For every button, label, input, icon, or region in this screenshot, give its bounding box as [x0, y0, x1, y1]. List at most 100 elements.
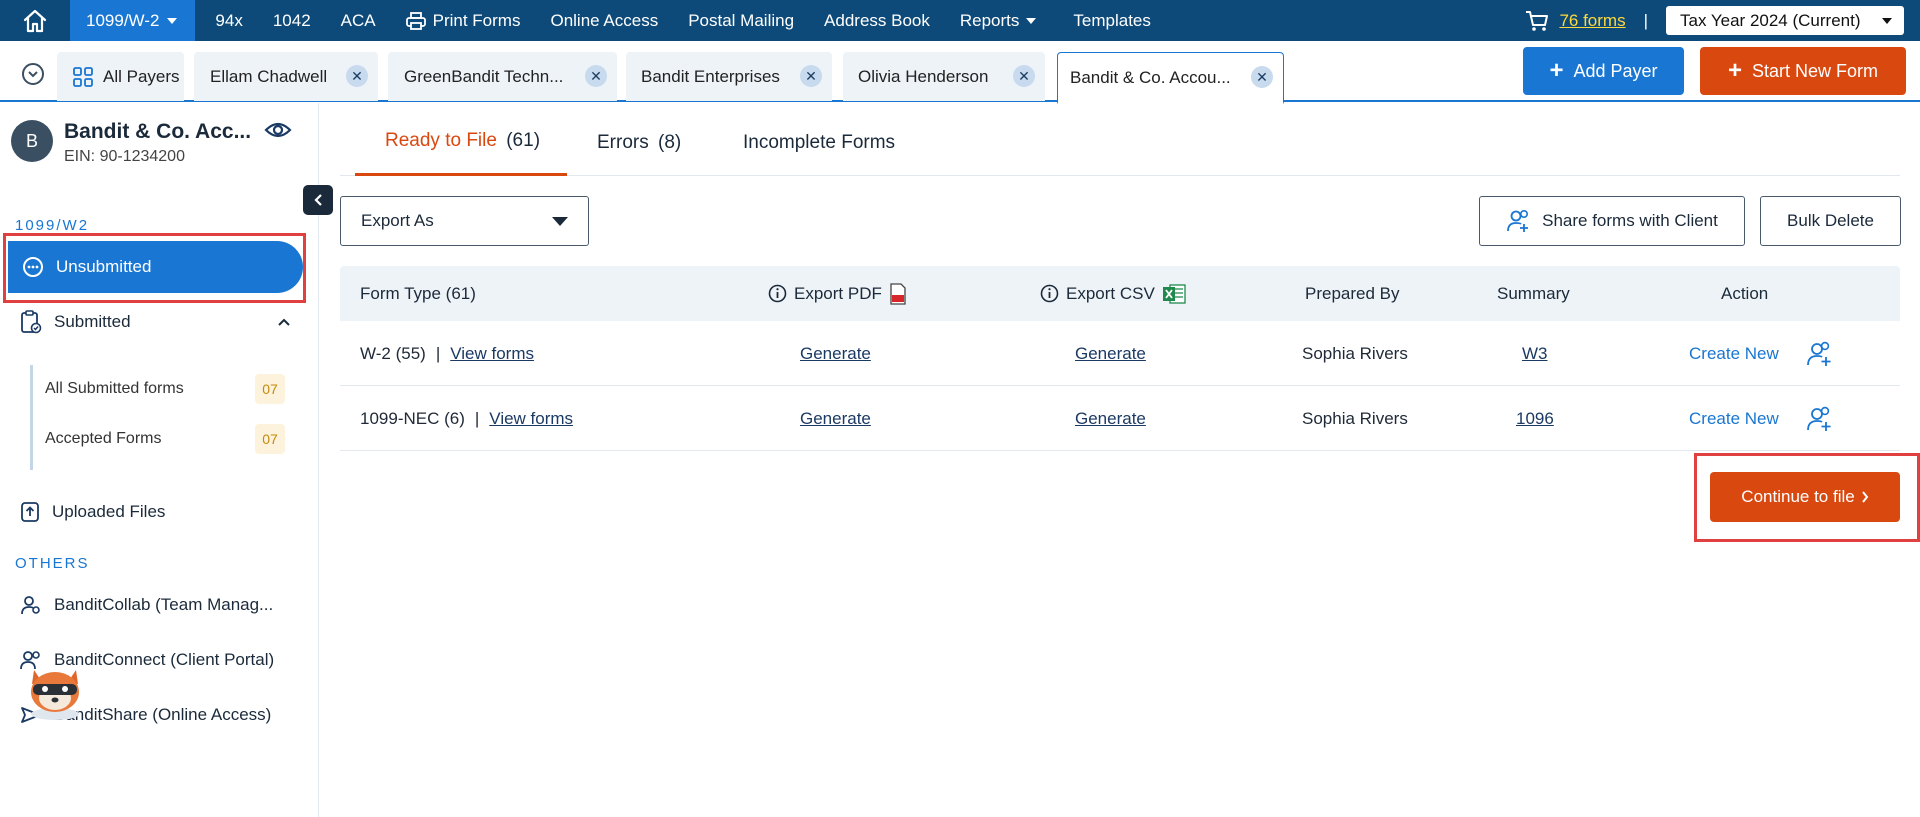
tab-olivia-henderson[interactable]: Olivia Henderson ✕ — [843, 52, 1045, 101]
generate-csv-link[interactable]: Generate — [1075, 386, 1146, 451]
tax-year-select[interactable]: Tax Year 2024 (Current) — [1666, 6, 1904, 35]
header-export-pdf: Export PDF — [768, 266, 907, 321]
tab-ready-label: Ready to File — [385, 130, 497, 151]
tab-greenbandit[interactable]: GreenBandit Techn... ✕ — [388, 52, 617, 101]
table-row: 1099-NEC (6) | View forms Generate Gener… — [340, 386, 1900, 451]
eye-icon[interactable] — [264, 120, 292, 140]
menu-94x[interactable]: 94x — [195, 11, 257, 31]
chevron-down-icon — [552, 216, 568, 226]
summary-link[interactable]: 1096 — [1516, 386, 1554, 451]
sidebar-item-submitted[interactable]: Submitted — [20, 310, 290, 334]
plus-icon: + — [1727, 57, 1742, 84]
close-icon[interactable]: ✕ — [1251, 66, 1273, 88]
tab-label: Olivia Henderson — [858, 66, 989, 86]
info-icon[interactable] — [768, 284, 787, 303]
table-row: W-2 (55) | View forms Generate Generate … — [340, 321, 1900, 386]
chevron-down-icon — [1882, 17, 1892, 24]
menu-online-access[interactable]: Online Access — [535, 11, 673, 31]
tab-errors-label: Errors — [597, 132, 649, 153]
cart-forms-link[interactable]: 76 forms — [1559, 11, 1625, 31]
cell-separator: | — [474, 408, 480, 428]
tab-errors-count: (8) — [658, 132, 682, 153]
sidebar-item-uploaded-files[interactable]: Uploaded Files — [20, 501, 165, 523]
upload-file-icon — [21, 502, 39, 522]
menu-1042[interactable]: 1042 — [258, 11, 326, 31]
menu-1099-w2[interactable]: 1099/W-2 — [70, 0, 196, 41]
tab-ellam-chadwell[interactable]: Ellam Chadwell ✕ — [194, 52, 378, 101]
close-icon[interactable]: ✕ — [346, 65, 368, 87]
tab-all-payers[interactable]: All Payers — [57, 52, 184, 101]
form-type-cell: W-2 (55) | View forms — [360, 321, 534, 386]
home-button[interactable] — [0, 0, 70, 41]
tab-errors[interactable]: Errors (8) — [597, 132, 681, 154]
team-icon — [21, 596, 40, 615]
menu-address-book[interactable]: Address Book — [809, 11, 945, 31]
menu-print-forms[interactable]: Print Forms — [391, 11, 536, 31]
top-navigation: 1099/W-2 94x 1042 ACA Print Forms Online… — [0, 0, 1920, 41]
chevron-down-icon — [167, 17, 178, 24]
generate-pdf-link[interactable]: Generate — [800, 386, 871, 451]
mascot-assistant-icon[interactable] — [22, 656, 88, 722]
sidebar-item-label: Unsubmitted — [56, 257, 152, 276]
active-tab-indicator — [355, 173, 567, 176]
form-type-cell: 1099-NEC (6) | View forms — [360, 386, 573, 451]
chevron-right-icon — [1861, 491, 1868, 503]
sidebar-item-all-submitted[interactable]: All Submitted forms 07 — [45, 374, 285, 404]
menu-aca[interactable]: ACA — [326, 11, 391, 31]
header-summary: Summary — [1497, 283, 1570, 303]
pdf-file-icon — [890, 282, 906, 305]
continue-label: Continue to file — [1741, 487, 1855, 506]
menu-print-forms-label: Print Forms — [432, 10, 521, 30]
continue-to-file-button[interactable]: Continue to file — [1710, 472, 1900, 522]
sidebar-item-accepted[interactable]: Accepted Forms 07 — [45, 424, 285, 454]
create-new-link[interactable]: Create New — [1689, 321, 1779, 386]
header-export-pdf-label: Export PDF — [794, 283, 882, 303]
share-user-icon — [1507, 209, 1529, 232]
sidebar-item-label: Accepted Forms — [45, 430, 162, 447]
form-type: 1099-NEC (6) — [360, 408, 465, 428]
form-type: W-2 (55) — [360, 343, 426, 363]
close-icon[interactable]: ✕ — [800, 65, 822, 87]
generate-pdf-link[interactable]: Generate — [800, 321, 871, 386]
collapse-sidebar-button[interactable] — [303, 185, 333, 215]
summary-link[interactable]: W3 — [1522, 321, 1548, 386]
tab-label: GreenBandit Techn... — [404, 66, 564, 86]
sidebar-item-unsubmitted[interactable]: Unsubmitted — [8, 241, 303, 293]
add-payer-button[interactable]: + Add Payer — [1523, 47, 1684, 95]
share-forms-button[interactable]: Share forms with Client — [1479, 196, 1745, 246]
pending-icon — [23, 257, 43, 277]
menu-templates[interactable]: Templates — [1051, 11, 1165, 31]
avatar: B — [11, 120, 53, 162]
expand-tabs-button[interactable] — [22, 63, 44, 85]
create-new-link[interactable]: Create New — [1689, 386, 1779, 451]
close-icon[interactable]: ✕ — [1013, 65, 1035, 87]
start-new-form-button[interactable]: + Start New Form — [1700, 47, 1906, 95]
bulk-delete-button[interactable]: Bulk Delete — [1760, 196, 1901, 246]
add-user-button[interactable] — [1806, 321, 1834, 386]
share-forms-label: Share forms with Client — [1542, 211, 1718, 230]
export-as-dropdown[interactable]: Export As — [340, 196, 589, 246]
cart-icon[interactable] — [1525, 10, 1549, 32]
tab-incomplete-forms[interactable]: Incomplete Forms — [743, 132, 895, 154]
tab-ready-to-file[interactable]: Ready to File (61) — [385, 130, 540, 152]
tab-bandit-enterprises[interactable]: Bandit Enterprises ✕ — [626, 52, 832, 101]
sidebar-item-bandit-collab[interactable]: BanditCollab (Team Manag... — [20, 595, 273, 615]
add-user-icon — [1807, 406, 1831, 431]
add-user-button[interactable] — [1806, 386, 1834, 451]
view-forms-link[interactable]: View forms — [489, 409, 573, 429]
nav-separator: | — [1643, 10, 1648, 30]
generate-csv-link[interactable]: Generate — [1075, 321, 1146, 386]
add-user-icon — [1807, 341, 1831, 366]
info-icon[interactable] — [1040, 284, 1059, 303]
prepared-by: Sophia Rivers — [1302, 343, 1408, 363]
close-icon[interactable]: ✕ — [585, 65, 607, 87]
tab-bandit-co[interactable]: Bandit & Co. Accou... ✕ — [1057, 52, 1284, 104]
menu-postal-mailing[interactable]: Postal Mailing — [673, 11, 809, 31]
chevron-up-icon — [278, 318, 290, 326]
home-icon — [23, 9, 47, 32]
tabs-divider — [340, 175, 1900, 176]
menu-reports[interactable]: Reports — [945, 11, 1052, 31]
sidebar-item-label: All Submitted forms — [45, 380, 184, 397]
view-forms-link[interactable]: View forms — [450, 344, 534, 364]
sidebar-item-label: Uploaded Files — [52, 502, 166, 521]
